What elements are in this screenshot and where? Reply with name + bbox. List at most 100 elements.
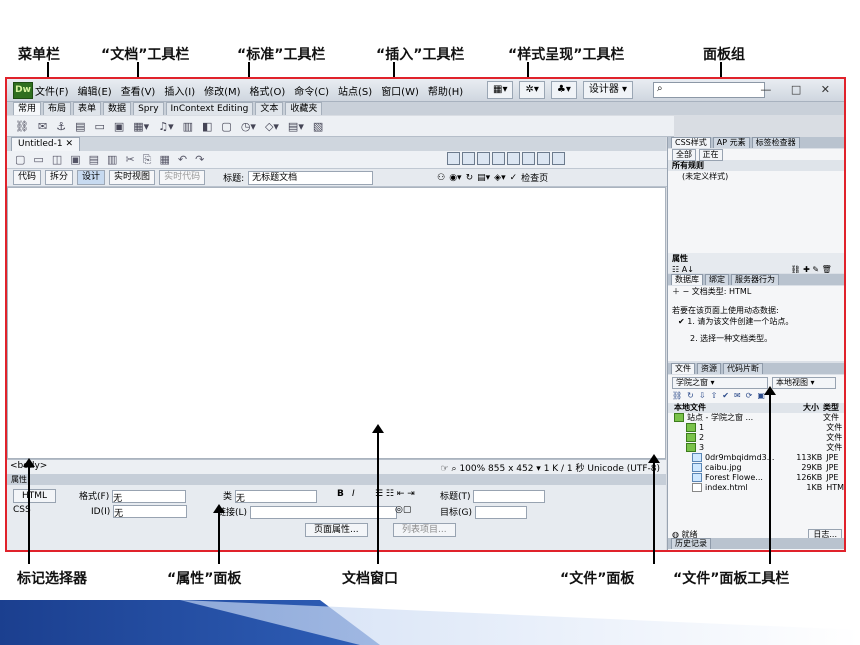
- window-controls[interactable]: — □ ✕: [760, 83, 838, 96]
- target-select[interactable]: [474, 506, 527, 519]
- anchor-icon[interactable]: ⚓: [56, 120, 66, 133]
- print-icon[interactable]: ▥: [107, 153, 117, 166]
- file-row[interactable]: caibu.jpg 29KB JPE: [668, 463, 844, 473]
- class-select[interactable]: 无: [234, 490, 317, 504]
- hyperlink-icon[interactable]: ⛓: [15, 120, 29, 133]
- menu-site[interactable]: 站点(S): [338, 83, 372, 98]
- document-window[interactable]: [7, 187, 666, 459]
- col-local[interactable]: 本地文件: [674, 403, 789, 413]
- view-options-icon[interactable]: ▤▾: [477, 173, 490, 183]
- tab-history[interactable]: 历史记录: [671, 538, 711, 549]
- tab-css-styles[interactable]: CSS样式: [671, 137, 711, 148]
- media-icon[interactable]: ♫▾: [158, 120, 173, 133]
- menu-format[interactable]: 格式(O): [250, 83, 286, 98]
- file-row[interactable]: 站点 - 学院之窗 ... 文件: [668, 413, 844, 423]
- tab-text[interactable]: 文本: [255, 102, 284, 115]
- menu-help[interactable]: 帮助(H): [428, 83, 463, 98]
- table-icon[interactable]: ▤: [75, 120, 85, 133]
- tab-snippets[interactable]: 代码片断: [723, 363, 763, 374]
- div-insert-icon[interactable]: ▣: [114, 120, 124, 133]
- date-icon[interactable]: ▥: [183, 120, 193, 133]
- split-view-button[interactable]: 拆分: [45, 170, 74, 185]
- window-size-info[interactable]: 855 x 452 ▾ 1 K / 1 秒 Unicode (UTF-8): [488, 464, 660, 474]
- tab-databases[interactable]: 数据库: [671, 274, 703, 285]
- zoom-icon[interactable]: ⌕: [452, 464, 457, 474]
- template-icon[interactable]: ▤▾: [288, 120, 304, 133]
- tab-spry[interactable]: Spry: [133, 102, 164, 115]
- render-screen-icon[interactable]: [447, 152, 460, 165]
- title-input[interactable]: 无标题文档: [248, 170, 374, 185]
- col-size[interactable]: 大小: [789, 403, 819, 413]
- tab-forms[interactable]: 表单: [73, 102, 102, 115]
- save-icon[interactable]: ▣: [70, 153, 80, 166]
- zoom-select[interactable]: 100%: [459, 464, 485, 474]
- menu-commands[interactable]: 命令(C): [294, 83, 329, 98]
- live-code-button[interactable]: 实时代码: [159, 170, 206, 185]
- menu-edit[interactable]: 编辑(E): [78, 83, 112, 98]
- toggle-css-icon[interactable]: [537, 152, 550, 165]
- tab-tag-inspector[interactable]: 标签检查器: [751, 137, 800, 148]
- undefined-style[interactable]: (未定义样式): [668, 171, 844, 182]
- code-view-button[interactable]: 代码: [13, 170, 42, 185]
- browser-check-icon[interactable]: ⚇: [437, 173, 445, 183]
- tab-favorites[interactable]: 收藏夹: [285, 102, 323, 115]
- menu-modify[interactable]: 修改(M): [204, 83, 240, 98]
- cut-icon[interactable]: ✂: [125, 153, 134, 166]
- head-icon[interactable]: ◷▾: [241, 120, 256, 133]
- refresh-icon[interactable]: ↻: [466, 173, 474, 183]
- comment-icon[interactable]: ▢: [221, 120, 231, 133]
- html-mode-button[interactable]: HTML: [13, 489, 57, 503]
- extend-icon[interactable]: ✲▾: [519, 81, 545, 99]
- tab-common[interactable]: 常用: [13, 102, 42, 115]
- tab-data[interactable]: 数据: [103, 102, 132, 115]
- italic-icon[interactable]: I: [352, 489, 355, 499]
- check-page-button[interactable]: 检查页: [521, 171, 548, 184]
- design-view-button[interactable]: 设计: [77, 170, 106, 185]
- tab-server-behaviors[interactable]: 服务器行为: [731, 274, 779, 285]
- menu-window[interactable]: 窗口(W): [381, 83, 419, 98]
- tab-assets[interactable]: 资源: [697, 363, 721, 374]
- workspace-switcher[interactable]: 设计器 ▾: [582, 81, 634, 99]
- tag-chooser-icon[interactable]: ▧: [313, 120, 323, 133]
- edit-rule-icons[interactable]: ⛓ ✚ ✎ 🗑: [790, 265, 831, 273]
- tab-layout[interactable]: 布局: [43, 102, 72, 115]
- view-select[interactable]: 本地视图 ▾: [772, 377, 836, 389]
- open-icon[interactable]: ▭: [33, 153, 43, 166]
- visual-aids-icon[interactable]: ◈▾: [494, 173, 505, 183]
- category-view-icon[interactable]: ☷ A↓: [672, 265, 694, 273]
- server-include-icon[interactable]: ◧: [202, 120, 212, 133]
- design-time-icon[interactable]: [552, 152, 565, 165]
- browse-icon[interactable]: ◫: [52, 153, 62, 166]
- link-input[interactable]: [249, 506, 397, 519]
- id-select[interactable]: 无: [113, 505, 188, 519]
- list-icons[interactable]: ☰ ☷ ⇤ ⇥: [375, 489, 415, 499]
- hand-icon[interactable]: ☞: [441, 464, 449, 474]
- menu-file[interactable]: 文件(F): [35, 83, 69, 98]
- file-row[interactable]: 3 文件: [668, 443, 844, 453]
- file-row[interactable]: Forest Flowe... 126KB JPE: [668, 473, 844, 483]
- list-item-button[interactable]: 列表项目...: [393, 523, 456, 537]
- render-projection-icon[interactable]: [492, 152, 505, 165]
- div-icon[interactable]: ▭: [94, 120, 104, 133]
- save-all-icon[interactable]: ▤: [89, 153, 99, 166]
- live-view-button[interactable]: 实时视图: [109, 170, 156, 185]
- search-input[interactable]: ⌕: [653, 82, 765, 98]
- bold-icon[interactable]: B: [337, 489, 344, 499]
- layout-icon[interactable]: ▦▾: [487, 81, 514, 99]
- menu-insert[interactable]: 插入(I): [164, 83, 195, 98]
- files-panel-toolbar[interactable]: ⛓↻⇩⇧✔✉⟳▣: [668, 390, 844, 403]
- tab-files[interactable]: 文件: [671, 363, 695, 374]
- tab-incontext[interactable]: InContext Editing: [165, 102, 254, 115]
- paste-icon[interactable]: ▦: [159, 153, 169, 166]
- col-type[interactable]: 类型: [819, 403, 843, 413]
- tab-ap-elements[interactable]: AP 元素: [712, 137, 750, 148]
- step-two[interactable]: 2. 选择一种文档类型。: [668, 333, 844, 344]
- email-link-icon[interactable]: ✉: [38, 120, 47, 133]
- file-row[interactable]: 2 文件: [668, 433, 844, 443]
- file-row[interactable]: index.html 1KB HTM: [668, 483, 844, 493]
- tab-bindings[interactable]: 绑定: [705, 274, 729, 285]
- site-select[interactable]: 学院之窗 ▾: [672, 377, 768, 389]
- undo-icon[interactable]: ↶: [178, 153, 187, 166]
- render-handheld-icon[interactable]: [477, 152, 490, 165]
- document-tab[interactable]: Untitled-1 ✕: [11, 137, 80, 151]
